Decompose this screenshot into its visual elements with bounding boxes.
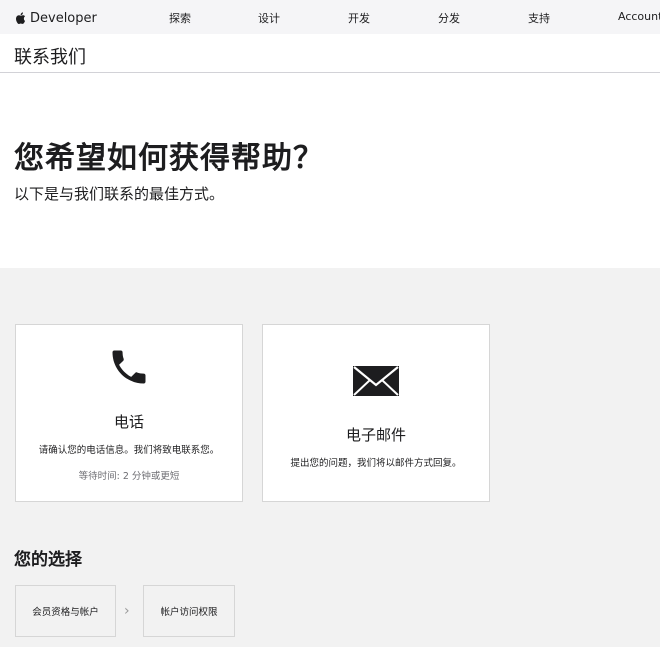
selection-membership-account[interactable]: 会员资格与帐户 (15, 585, 116, 637)
selections-heading: 您的选择 (14, 550, 82, 570)
developer-home-link[interactable]: Developer (14, 9, 97, 27)
email-contact-card[interactable]: 电子邮件 提出您的问题，我们将以邮件方式回复。 (262, 324, 490, 502)
hero-section: 您希望如何获得帮助？ 以下是与我们联系的最佳方式。 (0, 73, 660, 268)
phone-card-description: 请确认您的电话信息。我们将致电联系您。 (38, 445, 220, 456)
nav-support[interactable]: 支持 (528, 10, 550, 26)
phone-card-title: 电话 (113, 413, 144, 431)
hero-heading: 您希望如何获得帮助？ (14, 141, 324, 176)
nav-develop[interactable]: 开发 (348, 10, 370, 26)
local-nav: 联系我们 (0, 34, 660, 73)
envelope-icon (353, 366, 399, 396)
nav-distribute[interactable]: 分发 (438, 10, 460, 26)
phone-icon (112, 350, 146, 384)
nav-design[interactable]: 设计 (258, 10, 280, 26)
nav-account[interactable]: Account (618, 10, 660, 23)
hero-subtitle: 以下是与我们联系的最佳方式。 (14, 185, 225, 203)
apple-logo-icon (16, 12, 26, 25)
phone-wait-time: 等待时间: 2 分钟或更短 (78, 471, 180, 482)
page-title-link[interactable]: 联系我们 (14, 43, 86, 69)
selection-account-access[interactable]: 帐户访问权限 (143, 585, 235, 637)
phone-contact-card[interactable]: 电话 请确认您的电话信息。我们将致电联系您。 等待时间: 2 分钟或更短 (15, 324, 243, 502)
nav-explore[interactable]: 探索 (169, 10, 191, 26)
email-card-description: 提出您的问题，我们将以邮件方式回复。 (290, 458, 462, 469)
email-card-title: 电子邮件 (345, 426, 406, 444)
global-nav: Developer 探索 设计 开发 分发 支持 Account (0, 0, 660, 34)
brand-label: Developer (30, 10, 97, 26)
chevron-right-icon: › (124, 603, 130, 619)
